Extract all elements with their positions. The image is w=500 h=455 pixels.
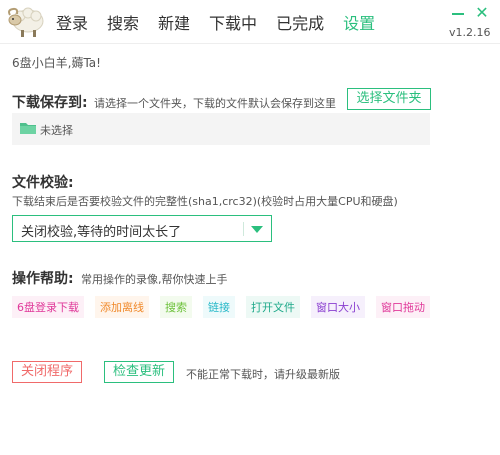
download-path-box: 未选择	[12, 113, 430, 145]
nav-login[interactable]: 登录	[56, 10, 88, 34]
minimize-icon[interactable]	[451, 6, 465, 20]
main-nav: 登录 搜索 新建 下载中 已完成 设置	[56, 10, 394, 34]
check-update-button[interactable]: 检查更新	[104, 361, 174, 383]
close-icon[interactable]: ✕	[474, 5, 490, 21]
help-link-window-size[interactable]: 窗口大小	[311, 296, 365, 318]
nav-search[interactable]: 搜索	[107, 10, 139, 34]
help-section-desc: 常用操作的录像,帮你快速上手	[81, 273, 228, 286]
nav-new[interactable]: 新建	[158, 10, 190, 34]
help-link-add-offline[interactable]: 添加离线	[95, 296, 149, 318]
update-note: 不能正常下载时，请升级最新版	[186, 368, 340, 381]
help-section-title: 操作帮助:	[12, 271, 74, 287]
help-link-login-download[interactable]: 6盘登录下载	[12, 296, 84, 318]
help-link-link[interactable]: 链接	[203, 296, 235, 318]
verify-section-title: 文件校验:	[12, 175, 74, 191]
help-link-open-file[interactable]: 打开文件	[246, 296, 300, 318]
help-link-window-drag[interactable]: 窗口拖动	[376, 296, 430, 318]
title-bar: 登录 搜索 新建 下载中 已完成 设置 ✕ v1.2.16	[0, 0, 500, 44]
help-link-search[interactable]: 搜索	[160, 296, 192, 318]
sheep-logo-icon	[8, 7, 44, 37]
download-section-title: 下载保存到:	[12, 95, 88, 111]
verify-mode-value: 关闭校验,等待的时间太长了	[21, 225, 182, 240]
close-app-button[interactable]: 关闭程序	[12, 361, 82, 383]
select-divider	[243, 222, 244, 236]
choose-folder-button[interactable]: 选择文件夹	[347, 88, 431, 110]
greeting-text: 6盘小白羊,薅Ta!	[12, 56, 101, 70]
nav-settings[interactable]: 设置	[343, 10, 375, 34]
help-links: 6盘登录下载 添加离线 搜索 链接 打开文件 窗口大小 窗口拖动	[12, 296, 441, 318]
version-label: v1.2.16	[449, 26, 491, 39]
folder-icon	[20, 123, 36, 134]
nav-downloading[interactable]: 下载中	[209, 10, 257, 34]
download-path-value: 未选择	[40, 124, 73, 137]
download-section-desc: 请选择一个文件夹，下载的文件默认会保存到这里	[94, 97, 336, 110]
dropdown-arrow-icon[interactable]	[251, 226, 263, 233]
verify-section-desc: 下载结束后是否要校验文件的完整性(sha1,crc32)(校验时占用大量CPU和…	[12, 195, 398, 208]
nav-completed[interactable]: 已完成	[276, 10, 324, 34]
verify-mode-select[interactable]: 关闭校验,等待的时间太长了	[12, 215, 272, 242]
